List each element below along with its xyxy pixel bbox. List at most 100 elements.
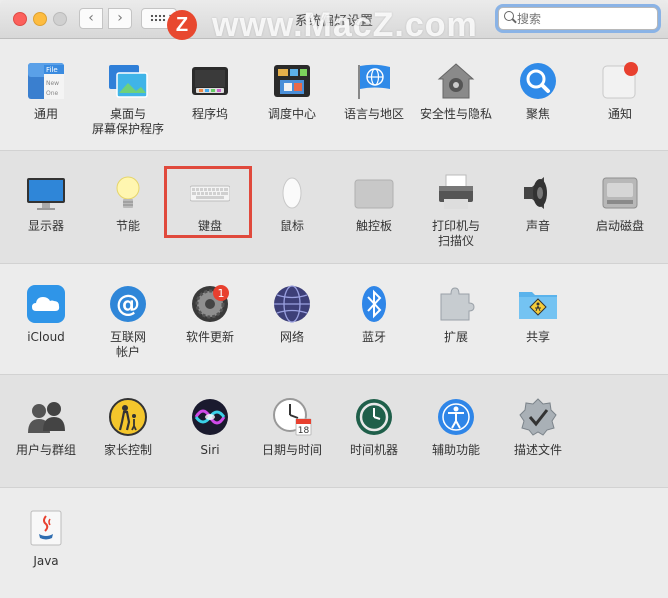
system-preferences-window: ‹ › ▾ 系统偏好设置 Z www.MacZ.com File New bbox=[0, 0, 668, 598]
search-input[interactable] bbox=[517, 10, 647, 27]
pane-label: 扩展 bbox=[443, 330, 468, 344]
bulb-icon bbox=[108, 173, 148, 213]
pane-desktop-screensaver[interactable]: 桌面与 屏幕保护程序 bbox=[88, 39, 168, 139]
notification-icon bbox=[600, 61, 640, 101]
pane-energy-saver[interactable]: 节能 bbox=[88, 151, 168, 251]
pane-label: iCloud bbox=[27, 330, 65, 344]
pane-label: 启动磁盘 bbox=[595, 219, 644, 233]
pane-time-machine[interactable]: 时间机器 bbox=[334, 375, 414, 475]
pane-internet-accounts[interactable]: @ 互联网 帐户 bbox=[88, 262, 168, 362]
disk-icon bbox=[600, 173, 640, 213]
pane-extensions[interactable]: 扩展 bbox=[416, 262, 496, 362]
pane-accessibility[interactable]: 辅助功能 bbox=[416, 375, 496, 475]
pane-startup-disk[interactable]: 启动磁盘 bbox=[580, 151, 660, 251]
pane-date-time[interactable]: 18 日期与时间 bbox=[252, 375, 332, 475]
printer-icon bbox=[436, 173, 476, 213]
pane-label: 节能 bbox=[115, 219, 140, 233]
desktop-icon bbox=[108, 61, 148, 101]
general-icon: File New One bbox=[26, 61, 66, 101]
row-system: 用户与群组 家长控制 Siri 18 日期与时间 时间机器 辅助功能 描述文件 bbox=[0, 374, 668, 488]
pane-label: 显示器 bbox=[27, 219, 64, 233]
pane-label: 调度中心 bbox=[267, 107, 316, 121]
accessibility-icon bbox=[436, 397, 476, 437]
svg-text:@: @ bbox=[116, 290, 140, 318]
pane-network[interactable]: 网络 bbox=[252, 262, 332, 362]
magnifier-icon bbox=[518, 61, 558, 101]
monitor-icon bbox=[26, 173, 66, 213]
pane-label: 安全性与隐私 bbox=[419, 107, 492, 121]
pane-printers-scanners[interactable]: 打印机与 扫描仪 bbox=[416, 151, 496, 251]
pane-label: 通用 bbox=[33, 107, 58, 121]
flag-icon bbox=[354, 61, 394, 101]
row-other: Java bbox=[0, 486, 668, 598]
pane-label: 用户与群组 bbox=[15, 443, 76, 457]
search-field[interactable] bbox=[498, 7, 658, 30]
svg-text:1: 1 bbox=[218, 287, 225, 300]
folder-icon bbox=[518, 284, 558, 324]
globe-icon bbox=[272, 284, 312, 324]
pane-java[interactable]: Java bbox=[6, 486, 86, 586]
pane-dock[interactable]: 程序坞 bbox=[170, 39, 250, 139]
bluetooth-icon bbox=[354, 284, 394, 324]
pane-general[interactable]: File New One 通用 bbox=[6, 39, 86, 139]
pane-mission-control[interactable]: 调度中心 bbox=[252, 39, 332, 139]
users-icon bbox=[26, 397, 66, 437]
pane-sharing[interactable]: 共享 bbox=[498, 262, 578, 362]
dock-icon bbox=[190, 61, 230, 101]
row-hardware: 显示器 节能 键盘 鼠标 触控板 打印机与 扫描仪 声音 启动磁盘 bbox=[0, 150, 668, 264]
cloud-icon bbox=[26, 284, 66, 324]
pane-displays[interactable]: 显示器 bbox=[6, 151, 86, 251]
pane-trackpad[interactable]: 触控板 bbox=[334, 151, 414, 251]
pane-label: 打印机与 扫描仪 bbox=[431, 219, 480, 248]
pane-label: 家长控制 bbox=[103, 443, 152, 457]
puzzle-icon bbox=[436, 284, 476, 324]
row-internet: iCloud @ 互联网 帐户 1 软件更新 网络 蓝牙 扩展 共享 bbox=[0, 262, 668, 374]
clock-icon: 18 bbox=[272, 397, 312, 437]
pane-siri[interactable]: Siri bbox=[170, 375, 250, 475]
pane-label: Java bbox=[33, 554, 59, 568]
update-badge: 1 bbox=[213, 285, 229, 301]
pane-label: Siri bbox=[200, 443, 220, 457]
pane-users-groups[interactable]: 用户与群组 bbox=[6, 375, 86, 475]
pane-label: 通知 bbox=[607, 107, 632, 121]
pane-label: 互联网 帐户 bbox=[109, 330, 146, 359]
pane-label: 辅助功能 bbox=[431, 443, 480, 457]
search-icon bbox=[504, 11, 514, 21]
pane-label: 声音 bbox=[525, 219, 550, 233]
pane-icloud[interactable]: iCloud bbox=[6, 262, 86, 362]
pane-spotlight[interactable]: 聚焦 bbox=[498, 39, 578, 139]
speaker-icon bbox=[518, 173, 558, 213]
trackpad-icon bbox=[354, 173, 394, 213]
pane-label: 聚焦 bbox=[525, 107, 550, 121]
siri-icon bbox=[190, 397, 230, 437]
pane-language-region[interactable]: 语言与地区 bbox=[334, 39, 414, 139]
watermark-logo: Z bbox=[167, 10, 197, 40]
checkmark-badge-icon bbox=[518, 397, 558, 437]
pane-label: 语言与地区 bbox=[343, 107, 404, 121]
keyboard-selection-highlight bbox=[164, 166, 252, 238]
pane-label: 程序坞 bbox=[191, 107, 228, 121]
pane-label: 蓝牙 bbox=[361, 330, 386, 344]
svg-text:One: One bbox=[46, 90, 59, 97]
house-lock-icon bbox=[436, 61, 476, 101]
pane-software-update[interactable]: 1 软件更新 bbox=[170, 262, 250, 362]
pane-profiles[interactable]: 描述文件 bbox=[498, 375, 578, 475]
pane-security-privacy[interactable]: 安全性与隐私 bbox=[416, 39, 496, 139]
pane-bluetooth[interactable]: 蓝牙 bbox=[334, 262, 414, 362]
pane-notifications[interactable]: 通知 bbox=[580, 39, 660, 139]
pane-label: 时间机器 bbox=[349, 443, 398, 457]
at-icon: @ bbox=[108, 284, 148, 324]
pane-label: 日期与时间 bbox=[261, 443, 322, 457]
svg-text:File: File bbox=[46, 66, 58, 74]
pane-sound[interactable]: 声音 bbox=[498, 151, 578, 251]
pane-mouse[interactable]: 鼠标 bbox=[252, 151, 332, 251]
java-icon bbox=[26, 508, 66, 548]
svg-text:New: New bbox=[46, 80, 59, 87]
pane-parental-controls[interactable]: 家长控制 bbox=[88, 375, 168, 475]
svg-text:18: 18 bbox=[298, 426, 310, 436]
mouse-icon bbox=[272, 173, 312, 213]
pane-label: 描述文件 bbox=[513, 443, 562, 457]
pane-label: 鼠标 bbox=[279, 219, 304, 233]
pane-label: 桌面与 屏幕保护程序 bbox=[91, 107, 164, 136]
pane-label: 触控板 bbox=[355, 219, 392, 233]
